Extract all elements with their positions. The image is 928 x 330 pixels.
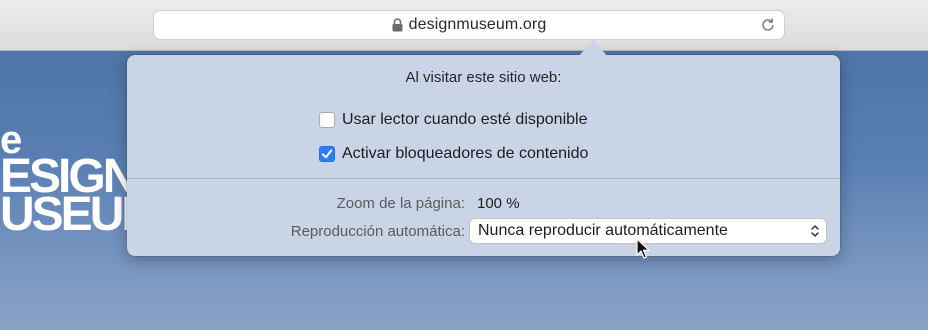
reader-label[interactable]: Usar lector cuando esté disponible xyxy=(342,111,587,129)
lock-icon xyxy=(392,18,403,32)
popover-heading: Al visitar este sitio web: xyxy=(405,69,562,86)
content-blockers-label[interactable]: Activar bloqueadores de contenido xyxy=(342,145,588,163)
pointer-cursor xyxy=(636,238,650,259)
select-arrows-icon xyxy=(811,225,819,237)
website-settings-popover: Al visitar este sitio web: Usar lector c… xyxy=(127,39,840,256)
reader-checkbox[interactable] xyxy=(319,112,335,128)
popover-divider xyxy=(127,178,840,179)
zoom-label: Zoom de la página: xyxy=(336,195,465,212)
checkmark-icon xyxy=(322,149,333,159)
address-bar[interactable]: designmuseum.org xyxy=(154,11,784,39)
reload-icon[interactable] xyxy=(760,17,776,33)
browser-toolbar: designmuseum.org xyxy=(0,0,928,51)
url-text: designmuseum.org xyxy=(408,16,547,33)
autoplay-label: Reproducción automática: xyxy=(290,223,465,240)
content-blockers-option[interactable]: Activar bloqueadores de contenido xyxy=(319,145,588,163)
reader-option[interactable]: Usar lector cuando esté disponible xyxy=(319,111,587,129)
autoplay-select-value: Nunca reproducir automáticamente xyxy=(478,222,728,239)
zoom-value[interactable]: 100 % xyxy=(477,195,520,212)
popover-arrow xyxy=(579,39,607,56)
content-blockers-checkbox[interactable] xyxy=(319,146,335,162)
